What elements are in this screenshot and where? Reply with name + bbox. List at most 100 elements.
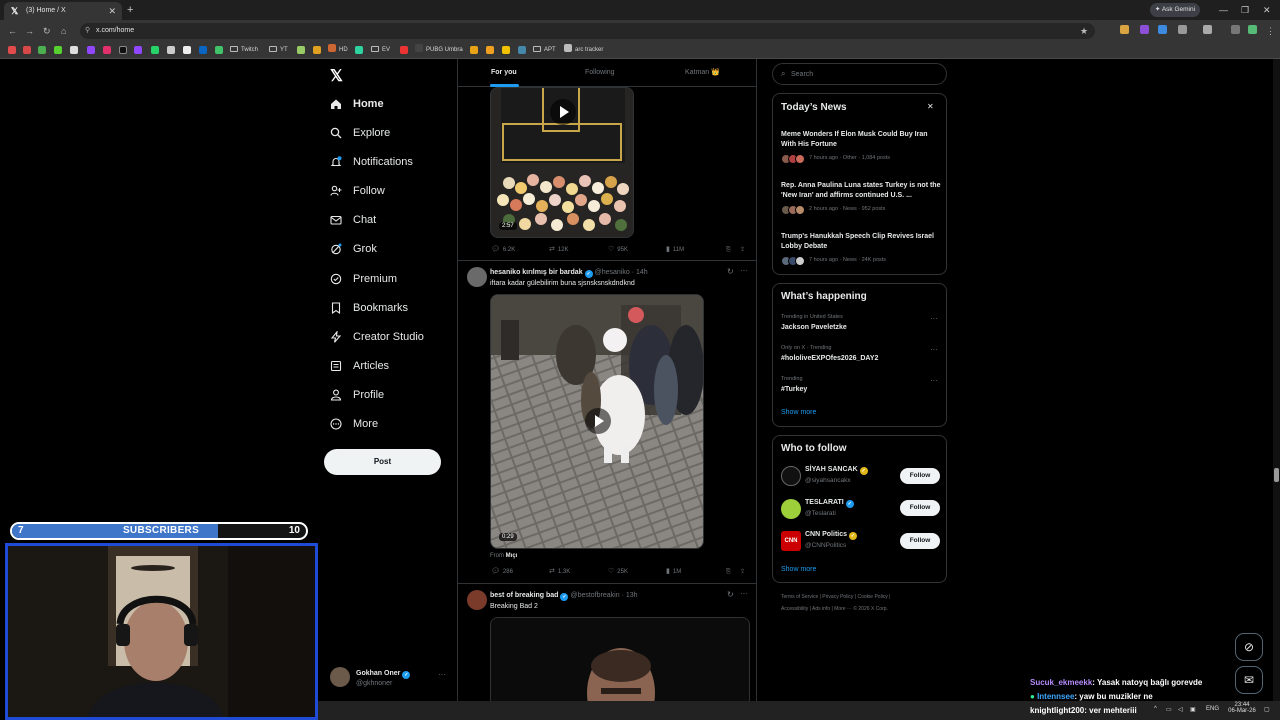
repost-button[interactable]: ⇄ 1.3K: [549, 568, 570, 576]
cnn-avatar[interactable]: CNN: [781, 531, 801, 551]
bookmark-icon[interactable]: [518, 46, 526, 54]
bookmark-folder-ev[interactable]: EV: [371, 42, 390, 59]
twitch-bookmark-icon[interactable]: [134, 46, 142, 54]
avatar[interactable]: [781, 499, 801, 519]
instagram-bookmark-icon[interactable]: [103, 46, 111, 54]
grok-post-icon[interactable]: ↻: [727, 267, 734, 276]
bookmark-icon[interactable]: [400, 46, 408, 54]
trend-topic[interactable]: #Turkey: [781, 386, 807, 393]
tray-app-icon[interactable]: ▣: [1190, 706, 1196, 713]
scrollbar-thumb[interactable]: [1274, 468, 1279, 482]
views-button[interactable]: ▮ 11M: [666, 246, 684, 254]
bookmark-folder-twitch[interactable]: Twitch: [230, 42, 258, 59]
trend-more-icon[interactable]: ···: [930, 314, 938, 323]
news-headline[interactable]: Trump's Hanukkah Speech Clip Revives Isr…: [781, 232, 941, 252]
notification-center-icon[interactable]: ▢: [1264, 706, 1270, 713]
bookmark-icon[interactable]: [54, 46, 62, 54]
volume-icon[interactable]: ◁: [1178, 706, 1183, 713]
news-headline[interactable]: Meme Wonders If Elon Musk Could Buy Iran…: [781, 130, 941, 150]
show-more-link[interactable]: Show more: [781, 409, 816, 416]
forward-icon[interactable]: →: [25, 24, 34, 38]
bookmark-post-icon[interactable]: ⎘: [726, 246, 731, 254]
post-button[interactable]: Post: [324, 449, 441, 475]
share-icon[interactable]: ⇪: [740, 246, 745, 254]
suggestion-name[interactable]: SİYAH SANCAK ✓: [805, 466, 870, 475]
footer-links[interactable]: Terms of Service | Privacy Policy | Cook…: [781, 594, 890, 600]
bookmark-icon[interactable]: [38, 46, 46, 54]
reply-button[interactable]: 💬︎ 286: [491, 568, 513, 576]
clock[interactable]: 23:44 06-Mar-26: [1228, 702, 1256, 714]
close-tab-icon[interactable]: ✕: [108, 2, 116, 20]
x-logo-icon[interactable]: 𝕏: [330, 66, 343, 86]
minimize-icon[interactable]: —: [1219, 2, 1228, 18]
bookmark-icon[interactable]: [355, 46, 363, 54]
bookmark-arc-tracker[interactable]: arc tracker: [564, 42, 603, 59]
repost-button[interactable]: ⇄ 12K: [549, 246, 569, 254]
whatsapp-bookmark-icon[interactable]: [151, 46, 159, 54]
profile-avatar-icon[interactable]: [1248, 25, 1257, 34]
follow-button[interactable]: Follow: [900, 500, 940, 516]
x-bookmark-icon[interactable]: [119, 46, 127, 54]
maximize-icon[interactable]: ❐: [1241, 2, 1249, 18]
linkedin-bookmark-icon[interactable]: [199, 46, 207, 54]
avatar[interactable]: [467, 267, 487, 287]
extension-icon[interactable]: [1120, 25, 1129, 34]
page-scrollbar[interactable]: [1273, 59, 1280, 720]
language-indicator[interactable]: ENG: [1206, 706, 1219, 712]
extension-icon[interactable]: [1158, 25, 1167, 34]
trend-more-icon[interactable]: ···: [930, 376, 938, 385]
extensions-puzzle-icon[interactable]: [1178, 25, 1187, 34]
address-bar[interactable]: ⚲ x.com/home ★: [80, 23, 1095, 39]
browser-menu-icon[interactable]: ⋮: [1266, 24, 1275, 38]
bookmark-hd[interactable]: HD: [328, 42, 348, 59]
bookmark-icon[interactable]: [297, 46, 305, 54]
new-tab-icon[interactable]: +: [127, 2, 133, 18]
avatar[interactable]: [781, 466, 801, 486]
downloads-icon[interactable]: [1231, 25, 1240, 34]
extension-icon[interactable]: [1140, 25, 1149, 34]
bookmark-icon[interactable]: [70, 46, 78, 54]
tab-following[interactable]: Following: [585, 59, 615, 87]
news-headline[interactable]: Rep. Anna Paulina Luna states Turkey is …: [781, 181, 941, 201]
window-close-icon[interactable]: ✕: [1263, 2, 1271, 18]
twitch-bookmark-icon[interactable]: [87, 46, 95, 54]
like-button[interactable]: ♡ 95K: [608, 246, 628, 254]
messages-fab-icon[interactable]: ✉: [1235, 666, 1263, 694]
play-icon[interactable]: [550, 99, 576, 125]
post-video[interactable]: 0:29: [490, 294, 704, 549]
follow-button[interactable]: Follow: [900, 468, 940, 484]
post-author[interactable]: best of breaking bad ✓ @bestofbreakin · 13…: [490, 591, 638, 601]
tab-katman[interactable]: Katman 👑: [685, 59, 720, 87]
bookmark-icon[interactable]: [502, 46, 510, 54]
bookmark-icon[interactable]: [183, 46, 191, 54]
like-button[interactable]: ♡ 25K: [608, 568, 628, 576]
bookmark-icon[interactable]: [167, 46, 175, 54]
reload-icon[interactable]: ↻: [43, 24, 51, 38]
grok-post-icon[interactable]: ↻: [727, 590, 734, 599]
play-icon[interactable]: [585, 408, 611, 434]
home-browser-icon[interactable]: ⌂: [61, 24, 66, 38]
show-more-link[interactable]: Show more: [781, 566, 816, 573]
post-video[interactable]: 2:57: [490, 87, 634, 238]
video-source[interactable]: From Mıçı: [490, 552, 517, 561]
trend-topic[interactable]: #hololiveEXPOfes2026_DAY2: [781, 355, 878, 362]
bookmark-icon[interactable]: [470, 46, 478, 54]
close-icon[interactable]: ✕: [927, 102, 934, 111]
suggestion-name[interactable]: CNN Politics ✓: [805, 531, 859, 540]
sidepanel-icon[interactable]: [1203, 25, 1212, 34]
views-button[interactable]: ▮ 1M: [666, 568, 681, 576]
account-more-icon[interactable]: ···: [438, 670, 446, 679]
post-author[interactable]: hesaniko kırılmış bir bardak ✓ @hesaniko ·…: [490, 268, 648, 278]
bookmark-icon[interactable]: [486, 46, 494, 54]
suggestion-name[interactable]: TESLARATI ✓: [805, 499, 856, 508]
network-icon[interactable]: ▭: [1166, 706, 1172, 713]
ask-gemini-button[interactable]: ✦ Ask Gemini: [1150, 3, 1200, 17]
follow-button[interactable]: Follow: [900, 533, 940, 549]
avatar[interactable]: [467, 590, 487, 610]
tab-for-you[interactable]: For you: [491, 59, 517, 87]
reply-button[interactable]: 💬︎ 6.2K: [491, 246, 515, 254]
bookmark-folder-yt[interactable]: YT: [269, 42, 288, 59]
tray-chevron-icon[interactable]: ^: [1154, 706, 1157, 712]
trend-topic[interactable]: Jackson Paveletzke: [781, 324, 847, 331]
search-input[interactable]: ⌕ Search: [772, 63, 947, 85]
